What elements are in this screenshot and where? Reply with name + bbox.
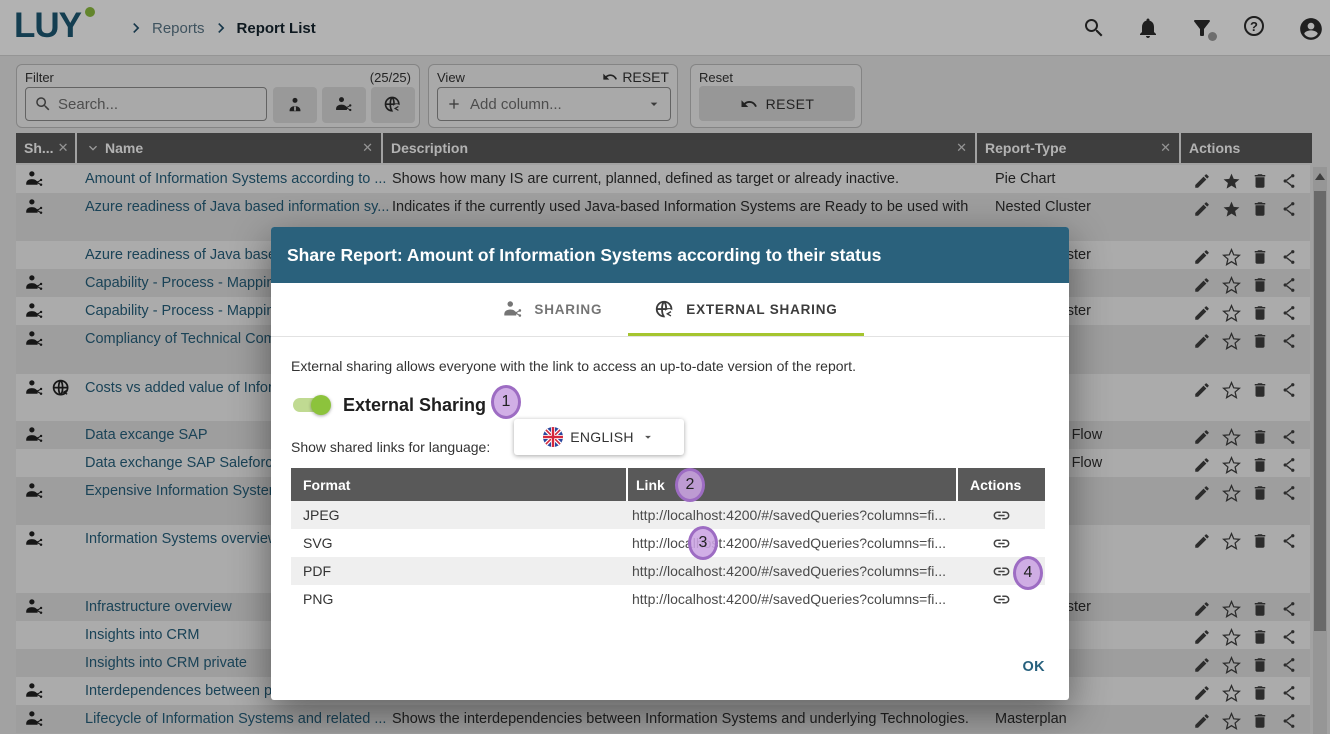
format-cell: PDF (291, 563, 628, 579)
column-header-format: Format (291, 468, 626, 501)
language-row: Show shared links for language: ENGLISH (291, 427, 490, 467)
share-links-table: Format Link Actions JPEG http://localhos… (291, 468, 1045, 613)
copy-link-icon[interactable] (992, 562, 1011, 581)
copy-link-icon[interactable] (992, 534, 1011, 553)
external-sharing-description: External sharing allows everyone with th… (291, 358, 856, 374)
ok-button[interactable]: OK (1022, 659, 1045, 675)
column-header-actions: Actions (958, 468, 1045, 501)
share-report-dialog: Share Report: Amount of Information Syst… (271, 227, 1069, 700)
link-cell[interactable]: http://localhost:4200/#/savedQueries?col… (628, 591, 958, 607)
share-link-row: SVG http://localhost:4200/#/savedQueries… (291, 529, 1045, 557)
chevron-down-icon (641, 430, 655, 444)
toggle-knob (311, 395, 331, 415)
dialog-title: Share Report: Amount of Information Syst… (287, 245, 881, 266)
external-sharing-toggle[interactable] (293, 398, 329, 412)
shared-person-icon (502, 299, 524, 321)
link-cell[interactable]: http://localhost:4200/#/savedQueries?col… (628, 507, 958, 523)
link-actions-cell (958, 534, 1045, 553)
report-list-page: LUY Reports Report List Filter (25/25) (0, 0, 1330, 734)
dialog-header: Share Report: Amount of Information Syst… (271, 227, 1069, 283)
tab-sharing[interactable]: SHARING (476, 283, 628, 336)
share-link-row: PNG http://localhost:4200/#/savedQueries… (291, 585, 1045, 613)
dialog-tabs: SHARING EXTERNAL SHARING (271, 283, 1069, 337)
format-cell: JPEG (291, 507, 628, 523)
language-label: Show shared links for language: (291, 439, 490, 455)
uk-flag-icon (543, 427, 563, 447)
annotation-badge: 2 (675, 468, 705, 502)
link-cell[interactable]: http://localhost:4200/#/savedQueries?col… (628, 535, 958, 551)
annotation-badge: 4 (1013, 556, 1043, 590)
language-value: ENGLISH (570, 429, 634, 445)
share-link-row: JPEG http://localhost:4200/#/savedQuerie… (291, 501, 1045, 529)
annotation-badge: 3 (688, 526, 718, 560)
format-cell: PNG (291, 591, 628, 607)
share-link-row: PDF http://localhost:4200/#/savedQueries… (291, 557, 1045, 585)
shared-globe-icon (654, 299, 676, 321)
share-links-header: Format Link Actions (291, 468, 1045, 501)
tab-external-sharing[interactable]: EXTERNAL SHARING (628, 283, 863, 336)
external-sharing-heading: External Sharing (343, 395, 486, 416)
copy-link-icon[interactable] (992, 590, 1011, 609)
link-actions-cell (958, 590, 1045, 609)
share-links-rows: JPEG http://localhost:4200/#/savedQuerie… (291, 501, 1045, 613)
link-actions-cell (958, 506, 1045, 525)
annotation-badge: 1 (491, 385, 521, 419)
external-sharing-toggle-row: External Sharing (293, 385, 486, 425)
copy-link-icon[interactable] (992, 506, 1011, 525)
link-cell[interactable]: http://localhost:4200/#/savedQueries?col… (628, 563, 958, 579)
format-cell: SVG (291, 535, 628, 551)
language-select[interactable]: ENGLISH (514, 419, 684, 455)
